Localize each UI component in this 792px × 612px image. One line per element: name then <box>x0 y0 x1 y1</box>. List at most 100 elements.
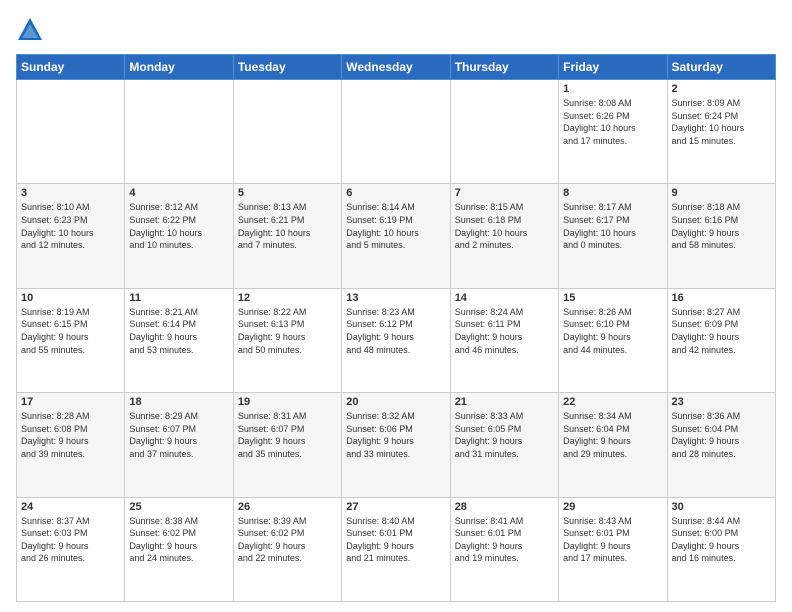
calendar-cell: 6 Sunrise: 8:14 AM Sunset: 6:19 PM Daylig… <box>342 184 450 288</box>
day-number: 28 <box>455 501 554 513</box>
weekday-tuesday: Tuesday <box>233 55 341 80</box>
day-number: 14 <box>455 292 554 304</box>
calendar-cell: 24Sunrise: 8:37 AM Sunset: 6:03 PM Dayli… <box>17 497 125 601</box>
day-number: 9 <box>672 187 771 199</box>
calendar-cell: 10 Sunrise: 8:19 AM Sunset: 6:15 PM Dayli… <box>17 288 125 392</box>
calendar-cell: 27 Sunrise: 8:40 AM Sunset: 6:01 PM Dayli… <box>342 497 450 601</box>
logo-icon <box>16 16 44 44</box>
weekday-thursday: Thursday <box>450 55 558 80</box>
day-number: 6 <box>346 187 445 199</box>
day-number: 18 <box>129 396 228 408</box>
calendar-cell: 8 Sunrise: 8:17 AM Sunset: 6:17 PM Daylig… <box>559 184 667 288</box>
calendar-cell: 26Sunrise: 8:39 AM Sunset: 6:02 PM Dayli… <box>233 497 341 601</box>
day-info: Sunrise: 8:27 AM Sunset: 6:09 PM Dayligh… <box>672 306 771 356</box>
day-number: 1 <box>563 83 662 95</box>
day-info: Sunrise: 8:44 AM Sunset: 6:00 PM Dayligh… <box>672 515 771 565</box>
calendar-cell: 4 Sunrise: 8:12 AM Sunset: 6:22 PM Daylig… <box>125 184 233 288</box>
calendar-cell: 11 Sunrise: 8:21 AM Sunset: 6:14 PM Dayli… <box>125 288 233 392</box>
week-row-1: 1 Sunrise: 8:08 AM Sunset: 6:26 PM Daylig… <box>17 80 776 184</box>
calendar-cell <box>342 80 450 184</box>
day-info: Sunrise: 8:34 AM Sunset: 6:04 PM Dayligh… <box>563 410 662 460</box>
day-number: 29 <box>563 501 662 513</box>
calendar-cell: 19 Sunrise: 8:31 AM Sunset: 6:07 PM Dayli… <box>233 393 341 497</box>
day-info: Sunrise: 8:17 AM Sunset: 6:17 PM Dayligh… <box>563 201 662 251</box>
day-info: Sunrise: 8:09 AM Sunset: 6:24 PM Dayligh… <box>672 97 771 147</box>
calendar-cell: 25Sunrise: 8:38 AM Sunset: 6:02 PM Dayli… <box>125 497 233 601</box>
calendar-cell: 20Sunrise: 8:32 AM Sunset: 6:06 PM Dayli… <box>342 393 450 497</box>
calendar-cell: 7 Sunrise: 8:15 AM Sunset: 6:18 PM Daylig… <box>450 184 558 288</box>
calendar-table: SundayMondayTuesdayWednesdayThursdayFrid… <box>16 54 776 602</box>
day-number: 12 <box>238 292 337 304</box>
day-info: Sunrise: 8:39 AM Sunset: 6:02 PM Dayligh… <box>238 515 337 565</box>
day-info: Sunrise: 8:41 AM Sunset: 6:01 PM Dayligh… <box>455 515 554 565</box>
calendar-cell: 30Sunrise: 8:44 AM Sunset: 6:00 PM Dayli… <box>667 497 775 601</box>
day-info: Sunrise: 8:13 AM Sunset: 6:21 PM Dayligh… <box>238 201 337 251</box>
calendar-cell: 16 Sunrise: 8:27 AM Sunset: 6:09 PM Dayli… <box>667 288 775 392</box>
calendar-cell: 28 Sunrise: 8:41 AM Sunset: 6:01 PM Dayli… <box>450 497 558 601</box>
day-number: 8 <box>563 187 662 199</box>
day-info: Sunrise: 8:19 AM Sunset: 6:15 PM Dayligh… <box>21 306 120 356</box>
day-number: 3 <box>21 187 120 199</box>
day-number: 15 <box>563 292 662 304</box>
day-number: 4 <box>129 187 228 199</box>
day-info: Sunrise: 8:43 AM Sunset: 6:01 PM Dayligh… <box>563 515 662 565</box>
calendar-cell: 9 Sunrise: 8:18 AM Sunset: 6:16 PM Daylig… <box>667 184 775 288</box>
weekday-header-row: SundayMondayTuesdayWednesdayThursdayFrid… <box>17 55 776 80</box>
day-info: Sunrise: 8:26 AM Sunset: 6:10 PM Dayligh… <box>563 306 662 356</box>
day-info: Sunrise: 8:37 AM Sunset: 6:03 PM Dayligh… <box>21 515 120 565</box>
day-info: Sunrise: 8:12 AM Sunset: 6:22 PM Dayligh… <box>129 201 228 251</box>
day-info: Sunrise: 8:36 AM Sunset: 6:04 PM Dayligh… <box>672 410 771 460</box>
weekday-sunday: Sunday <box>17 55 125 80</box>
calendar-cell: 18 Sunrise: 8:29 AM Sunset: 6:07 PM Dayli… <box>125 393 233 497</box>
day-info: Sunrise: 8:31 AM Sunset: 6:07 PM Dayligh… <box>238 410 337 460</box>
week-row-4: 17Sunrise: 8:28 AM Sunset: 6:08 PM Dayli… <box>17 393 776 497</box>
day-number: 11 <box>129 292 228 304</box>
day-info: Sunrise: 8:38 AM Sunset: 6:02 PM Dayligh… <box>129 515 228 565</box>
week-row-5: 24Sunrise: 8:37 AM Sunset: 6:03 PM Dayli… <box>17 497 776 601</box>
calendar-cell: 14 Sunrise: 8:24 AM Sunset: 6:11 PM Dayli… <box>450 288 558 392</box>
weekday-saturday: Saturday <box>667 55 775 80</box>
day-number: 27 <box>346 501 445 513</box>
day-info: Sunrise: 8:40 AM Sunset: 6:01 PM Dayligh… <box>346 515 445 565</box>
day-info: Sunrise: 8:14 AM Sunset: 6:19 PM Dayligh… <box>346 201 445 251</box>
day-number: 2 <box>672 83 771 95</box>
day-info: Sunrise: 8:28 AM Sunset: 6:08 PM Dayligh… <box>21 410 120 460</box>
calendar-cell: 2 Sunrise: 8:09 AM Sunset: 6:24 PM Daylig… <box>667 80 775 184</box>
day-number: 10 <box>21 292 120 304</box>
day-number: 7 <box>455 187 554 199</box>
day-number: 21 <box>455 396 554 408</box>
day-info: Sunrise: 8:10 AM Sunset: 6:23 PM Dayligh… <box>21 201 120 251</box>
day-number: 19 <box>238 396 337 408</box>
day-number: 22 <box>563 396 662 408</box>
calendar-cell: 29 Sunrise: 8:43 AM Sunset: 6:01 PM Dayli… <box>559 497 667 601</box>
calendar-cell: 15 Sunrise: 8:26 AM Sunset: 6:10 PM Dayli… <box>559 288 667 392</box>
day-number: 13 <box>346 292 445 304</box>
calendar-cell: 23 Sunrise: 8:36 AM Sunset: 6:04 PM Dayli… <box>667 393 775 497</box>
day-info: Sunrise: 8:15 AM Sunset: 6:18 PM Dayligh… <box>455 201 554 251</box>
calendar-cell <box>17 80 125 184</box>
day-info: Sunrise: 8:21 AM Sunset: 6:14 PM Dayligh… <box>129 306 228 356</box>
weekday-wednesday: Wednesday <box>342 55 450 80</box>
week-row-3: 10 Sunrise: 8:19 AM Sunset: 6:15 PM Dayli… <box>17 288 776 392</box>
calendar-cell: 1 Sunrise: 8:08 AM Sunset: 6:26 PM Daylig… <box>559 80 667 184</box>
day-info: Sunrise: 8:23 AM Sunset: 6:12 PM Dayligh… <box>346 306 445 356</box>
calendar-cell: 22 Sunrise: 8:34 AM Sunset: 6:04 PM Dayli… <box>559 393 667 497</box>
day-info: Sunrise: 8:18 AM Sunset: 6:16 PM Dayligh… <box>672 201 771 251</box>
page: SundayMondayTuesdayWednesdayThursdayFrid… <box>0 0 792 612</box>
day-info: Sunrise: 8:29 AM Sunset: 6:07 PM Dayligh… <box>129 410 228 460</box>
day-info: Sunrise: 8:08 AM Sunset: 6:26 PM Dayligh… <box>563 97 662 147</box>
logo <box>16 16 48 44</box>
calendar-cell <box>233 80 341 184</box>
day-info: Sunrise: 8:24 AM Sunset: 6:11 PM Dayligh… <box>455 306 554 356</box>
day-number: 16 <box>672 292 771 304</box>
weekday-friday: Friday <box>559 55 667 80</box>
day-number: 5 <box>238 187 337 199</box>
header <box>16 16 776 44</box>
calendar-cell: 21Sunrise: 8:33 AM Sunset: 6:05 PM Dayli… <box>450 393 558 497</box>
calendar-cell: 5 Sunrise: 8:13 AM Sunset: 6:21 PM Daylig… <box>233 184 341 288</box>
calendar-cell: 13 Sunrise: 8:23 AM Sunset: 6:12 PM Dayli… <box>342 288 450 392</box>
day-number: 23 <box>672 396 771 408</box>
calendar-cell: 12Sunrise: 8:22 AM Sunset: 6:13 PM Dayli… <box>233 288 341 392</box>
calendar-cell: 3 Sunrise: 8:10 AM Sunset: 6:23 PM Daylig… <box>17 184 125 288</box>
day-info: Sunrise: 8:32 AM Sunset: 6:06 PM Dayligh… <box>346 410 445 460</box>
